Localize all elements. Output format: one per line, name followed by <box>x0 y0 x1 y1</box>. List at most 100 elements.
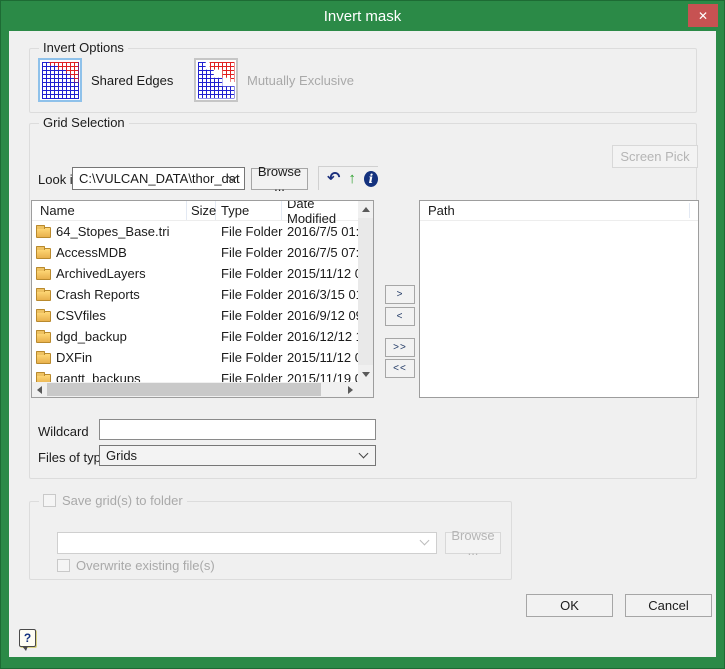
move-right-button[interactable]: > <box>385 285 415 304</box>
file-date-modified: 2016/7/5 07:39 <box>287 245 358 260</box>
folder-icon <box>36 225 51 238</box>
file-date-modified: 2016/7/5 01:30 <box>287 224 358 239</box>
file-name: AccessMDB <box>56 245 127 260</box>
column-header-name[interactable]: Name <box>32 201 187 220</box>
column-header-size[interactable]: Size <box>187 201 216 220</box>
move-all-left-button[interactable]: << <box>385 359 415 378</box>
path-panel-body[interactable] <box>420 221 698 397</box>
file-type: File Folder <box>221 308 283 323</box>
scroll-down-icon[interactable] <box>358 366 373 382</box>
file-list-row[interactable]: gantt_backups File Folder 2015/11/19 01: <box>32 368 358 382</box>
folder-icon <box>36 246 51 259</box>
horizontal-scrollbar-thumb[interactable] <box>47 383 321 396</box>
files-of-type-label: Files of type <box>38 450 109 465</box>
path-panel: Path <box>419 200 699 398</box>
file-name: Crash Reports <box>56 287 140 302</box>
wildcard-label: Wildcard <box>38 424 89 439</box>
save-grids-header: Save grid(s) to folder <box>39 493 187 508</box>
file-list-row[interactable]: Crash Reports File Folder 2016/3/15 01:5 <box>32 284 358 305</box>
save-grids-label: Save grid(s) to folder <box>62 493 183 508</box>
invert-options-group-label: Invert Options <box>39 40 128 55</box>
grid-selection-group: Grid Selection Screen Pick Look in C:\VU… <box>29 115 699 479</box>
folder-icon <box>36 267 51 280</box>
grid-selection-group-label: Grid Selection <box>39 115 129 130</box>
path-toolbar: ↶ ↑ <box>318 166 378 190</box>
folder-icon <box>36 351 51 364</box>
close-button[interactable]: ✕ <box>688 4 718 27</box>
path-panel-header: Path <box>420 201 698 221</box>
vertical-scrollbar[interactable] <box>358 201 373 382</box>
folder-icon <box>36 288 51 301</box>
file-type: File Folder <box>221 224 283 239</box>
chevron-down-icon <box>358 448 369 458</box>
files-of-type-value: Grids <box>106 448 138 463</box>
file-list-row[interactable]: ArchivedLayers File Folder 2015/11/12 08… <box>32 263 358 284</box>
file-list-row[interactable]: dgd_backup File Folder 2016/12/12 12: <box>32 326 358 347</box>
scroll-right-icon[interactable] <box>343 382 358 397</box>
file-list-row[interactable]: DXFin File Folder 2015/11/12 08: <box>32 347 358 368</box>
file-date-modified: 2016/3/15 01:5 <box>287 287 358 302</box>
wildcard-input[interactable] <box>99 419 376 440</box>
move-all-right-button[interactable]: >> <box>385 338 415 357</box>
title-bar[interactable]: Invert mask <box>1 1 724 31</box>
horizontal-scrollbar[interactable] <box>32 382 358 397</box>
mutually-exclusive-grid-icon <box>194 58 238 102</box>
file-list: Name Size Type Date Modified 64_Stopes_B… <box>31 200 374 398</box>
file-date-modified: 2016/12/12 12: <box>287 329 358 344</box>
up-arrow-icon[interactable]: ↑ <box>348 171 356 186</box>
file-name: ArchivedLayers <box>56 266 146 281</box>
look-in-combobox[interactable]: C:\VULCAN_DATA\thor_dat <box>72 167 245 190</box>
file-list-body: 64_Stopes_Base.tri File Folder 2016/7/5 … <box>32 221 358 382</box>
file-list-row[interactable]: 64_Stopes_Base.tri File Folder 2016/7/5 … <box>32 221 358 242</box>
file-list-row[interactable]: CSVfiles File Folder 2016/9/12 09:2 <box>32 305 358 326</box>
file-name: 64_Stopes_Base.tri <box>56 224 170 239</box>
move-left-button[interactable]: < <box>385 307 415 326</box>
help-glyph: ? <box>23 631 32 645</box>
screen-pick-button[interactable]: Screen Pick <box>612 145 698 168</box>
file-list-header: Name Size Type Date Modified <box>32 201 358 226</box>
file-date-modified: 2016/9/12 09:2 <box>287 308 358 323</box>
save-grids-checkbox[interactable] <box>43 494 56 507</box>
save-folder-combobox[interactable] <box>57 532 437 554</box>
file-name: CSVfiles <box>56 308 106 323</box>
close-icon: ✕ <box>697 8 709 23</box>
dialog-title: Invert mask <box>323 7 402 25</box>
browse-button[interactable]: Browse ... <box>251 164 308 194</box>
file-type: File Folder <box>221 245 283 260</box>
file-type: File Folder <box>221 266 283 281</box>
chevron-down-icon <box>419 535 430 546</box>
overwrite-checkbox[interactable] <box>57 559 70 572</box>
overwrite-row: Overwrite existing file(s) <box>57 558 215 573</box>
option-shared-edges[interactable]: Shared Edges <box>38 58 173 102</box>
column-header-type[interactable]: Type <box>216 201 282 220</box>
folder-icon <box>36 372 51 382</box>
file-type: File Folder <box>221 350 283 365</box>
look-in-value: C:\VULCAN_DATA\thor_dat <box>79 171 240 186</box>
scroll-left-icon[interactable] <box>32 382 47 397</box>
file-name: DXFin <box>56 350 93 365</box>
undo-icon[interactable]: ↶ <box>327 170 340 187</box>
save-browse-button[interactable]: Browse ... <box>445 528 501 558</box>
cancel-button[interactable]: Cancel <box>625 594 712 617</box>
invert-mask-dialog: Invert mask ✕ Invert Options Shared Edge… <box>0 0 725 669</box>
column-header-path[interactable]: Path <box>428 203 455 218</box>
shared-edges-grid-icon[interactable] <box>38 58 82 102</box>
save-grids-group: Save grid(s) to folder Browse ... Overwr… <box>29 493 512 580</box>
files-of-type-select[interactable]: Grids <box>99 445 376 466</box>
option-mutually-exclusive: Mutually Exclusive <box>194 58 354 102</box>
file-type: File Folder <box>221 371 283 382</box>
file-date-modified: 2015/11/19 01: <box>287 371 358 382</box>
scroll-up-icon[interactable] <box>358 201 373 217</box>
folder-icon <box>36 309 51 322</box>
file-name: gantt_backups <box>56 371 141 382</box>
column-header-date-modified[interactable]: Date Modified <box>282 201 358 226</box>
file-type: File Folder <box>221 287 283 302</box>
vertical-scrollbar-thumb[interactable] <box>358 218 373 365</box>
file-name: dgd_backup <box>56 329 127 344</box>
file-date-modified: 2015/11/12 08: <box>287 266 358 281</box>
help-icon[interactable]: ? <box>19 629 36 651</box>
shared-edges-label: Shared Edges <box>91 72 174 88</box>
file-list-row[interactable]: AccessMDB File Folder 2016/7/5 07:39 <box>32 242 358 263</box>
ok-button[interactable]: OK <box>526 594 613 617</box>
info-icon[interactable] <box>363 170 378 187</box>
